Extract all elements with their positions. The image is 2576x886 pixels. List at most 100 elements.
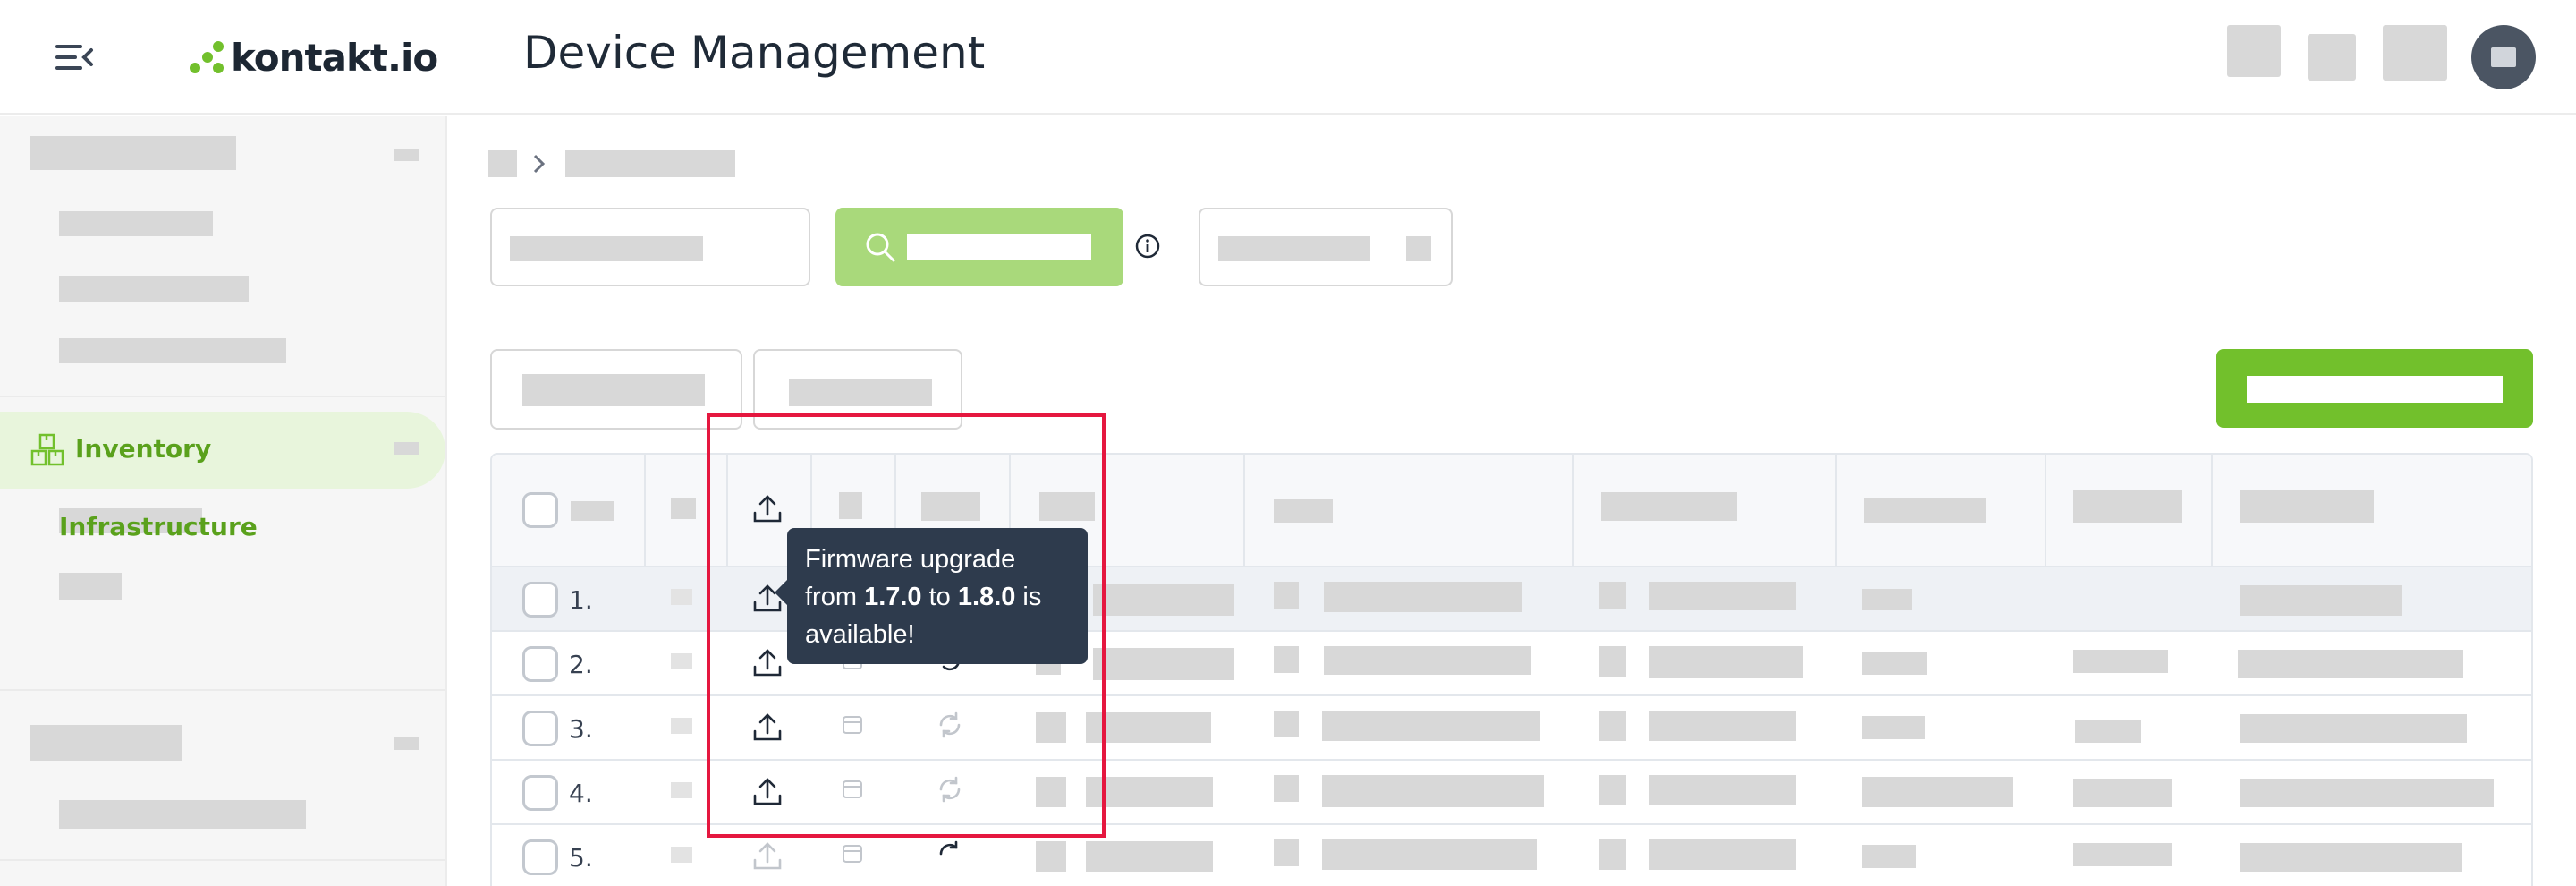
- action-button-1[interactable]: [490, 349, 742, 430]
- avatar-image: [2491, 47, 2516, 67]
- cell-location: [1649, 711, 1796, 741]
- breadcrumb-current: [565, 150, 735, 177]
- cell-model: [1862, 845, 1916, 868]
- sidebar-inventory-toggle[interactable]: [394, 442, 419, 455]
- comment-icon: [671, 498, 696, 519]
- comment-icon[interactable]: [671, 847, 692, 863]
- row-number: 1.: [569, 585, 593, 615]
- comment-icon[interactable]: [671, 589, 692, 605]
- cell-name-icon: [1274, 646, 1299, 673]
- header-col-location[interactable]: [1601, 492, 1737, 521]
- cell-location: [1649, 646, 1803, 678]
- sidebar: Inventory Infrastructure: [0, 116, 447, 886]
- comment-icon[interactable]: [671, 718, 692, 734]
- upload-icon[interactable]: [750, 838, 785, 873]
- refresh-icon[interactable]: [934, 838, 966, 870]
- info-icon[interactable]: [1134, 233, 1161, 263]
- cell-status: [2240, 779, 2494, 807]
- cell-type: [1093, 584, 1234, 616]
- cell-location: [1649, 775, 1796, 805]
- page-title: Device Management: [523, 27, 986, 79]
- brand-name: kontakt.io: [231, 35, 438, 80]
- chevron-down-icon: [1406, 236, 1431, 261]
- logo-mark-icon: [190, 41, 224, 73]
- sidebar-item-inventory-sub2[interactable]: [59, 573, 122, 600]
- sidebar-divider: [0, 396, 445, 397]
- search-input-placeholder: [510, 236, 703, 261]
- sidebar-section-1-title[interactable]: [30, 136, 236, 170]
- action-button-1-label: [522, 374, 705, 406]
- cell-status: [2238, 650, 2463, 678]
- cell-location-icon: [1599, 711, 1626, 741]
- avatar[interactable]: [2471, 25, 2536, 89]
- header-action-2[interactable]: [2308, 34, 2356, 81]
- cell-model: [1862, 716, 1925, 739]
- row-checkbox[interactable]: [522, 775, 558, 811]
- cell-location-icon: [1599, 839, 1626, 870]
- top-header: kontakt.io Device Management: [0, 0, 2576, 115]
- comment-icon[interactable]: [671, 653, 692, 669]
- search-button-label: [907, 234, 1091, 260]
- cell-model: [1862, 589, 1912, 610]
- row-number: 2.: [569, 650, 593, 679]
- cell-status: [2240, 585, 2402, 616]
- cell-status: [2240, 714, 2467, 743]
- sidebar-item-1c[interactable]: [59, 338, 286, 363]
- cell-location: [1649, 582, 1796, 610]
- sidebar-divider: [0, 859, 445, 861]
- select-all-checkbox[interactable]: [522, 492, 558, 528]
- header-col-firmware[interactable]: [2073, 490, 2182, 523]
- cell-status: [2240, 843, 2462, 872]
- sidebar-item-infrastructure[interactable]: Infrastructure: [59, 512, 258, 541]
- highlight-annotation-box: [707, 413, 1106, 838]
- cell-type: [1086, 841, 1213, 872]
- search-input[interactable]: [490, 208, 810, 286]
- header-col-model[interactable]: [1864, 498, 1986, 523]
- cell-type-icon: [1036, 841, 1066, 872]
- calendar-icon[interactable]: [839, 839, 866, 866]
- row-checkbox[interactable]: [522, 711, 558, 746]
- filter-select-value: [1218, 236, 1370, 261]
- cell-name[interactable]: [1324, 582, 1522, 612]
- sidebar-section-3-toggle[interactable]: [394, 737, 419, 750]
- collapse-menu-icon[interactable]: [54, 41, 95, 73]
- cell-name[interactable]: [1324, 646, 1531, 675]
- row-number: 5.: [569, 843, 593, 873]
- row-checkbox[interactable]: [522, 839, 558, 875]
- cell-name[interactable]: [1322, 775, 1544, 807]
- sidebar-divider: [0, 689, 445, 691]
- sidebar-item-1b[interactable]: [59, 276, 249, 302]
- sidebar-section-1-toggle[interactable]: [394, 149, 419, 161]
- row-checkbox[interactable]: [522, 582, 558, 618]
- header-col-status[interactable]: [2240, 490, 2374, 523]
- row-number: 3.: [569, 714, 593, 744]
- cell-type: [1093, 648, 1234, 680]
- header-col-number[interactable]: [571, 501, 614, 521]
- comment-icon[interactable]: [671, 782, 692, 798]
- cell-location-icon: [1599, 582, 1626, 609]
- sidebar-item-1a[interactable]: [59, 211, 213, 236]
- cell-firmware: [2073, 650, 2168, 673]
- cell-model: [1862, 652, 1927, 675]
- brand-logo[interactable]: kontakt.io: [188, 30, 438, 84]
- sidebar-item-inventory[interactable]: [0, 412, 445, 489]
- cell-name-icon: [1274, 839, 1299, 866]
- breadcrumb-home[interactable]: [488, 150, 517, 177]
- sidebar-section-3-title[interactable]: [30, 725, 182, 761]
- row-number: 4.: [569, 779, 593, 808]
- sidebar-item-3a[interactable]: [59, 800, 306, 829]
- cell-model: [1862, 777, 2012, 807]
- cell-location-icon: [1599, 775, 1626, 805]
- cell-name[interactable]: [1322, 711, 1540, 741]
- primary-add-button-label: [2247, 376, 2503, 403]
- filter-select[interactable]: [1199, 208, 1453, 286]
- header-col-name[interactable]: [1274, 499, 1333, 523]
- header-action-1[interactable]: [2227, 25, 2281, 77]
- row-checkbox[interactable]: [522, 646, 558, 682]
- cell-location: [1649, 839, 1796, 870]
- action-button-2-label: [789, 379, 932, 406]
- cell-name[interactable]: [1322, 839, 1537, 870]
- search-button[interactable]: [835, 208, 1123, 286]
- header-action-3[interactable]: [2383, 25, 2447, 81]
- primary-add-button[interactable]: [2216, 349, 2533, 428]
